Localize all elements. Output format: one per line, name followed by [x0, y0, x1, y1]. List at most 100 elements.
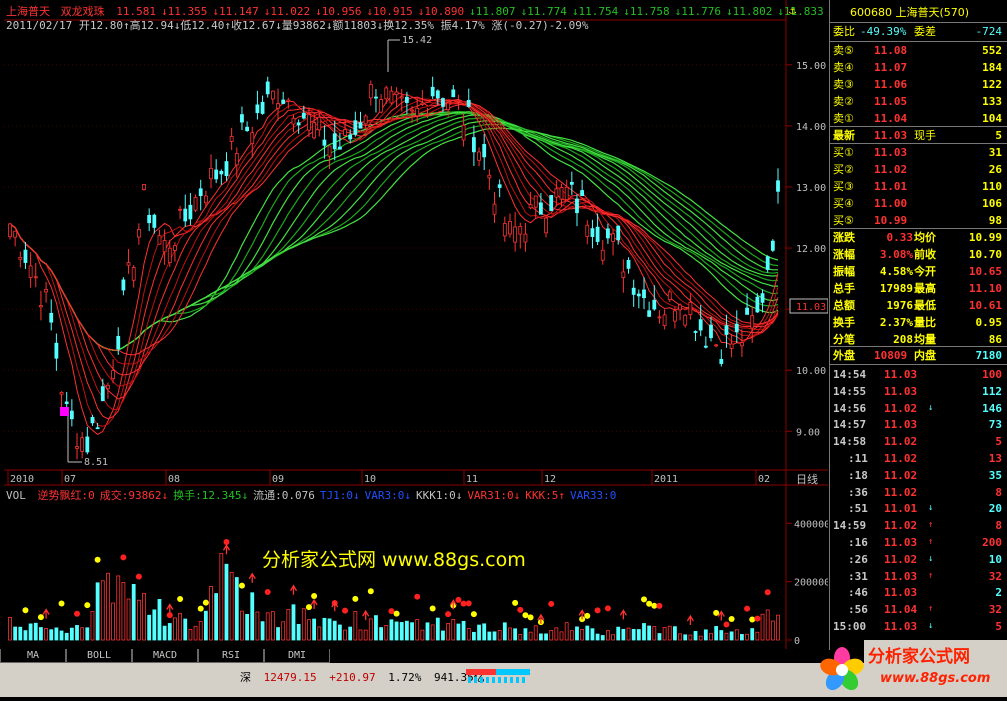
period-label[interactable]: 日线 — [796, 472, 818, 486]
volume-bar — [59, 630, 64, 641]
candle-body — [54, 342, 59, 359]
stat-cell: 208 — [893, 333, 913, 346]
volume-bar — [80, 627, 85, 641]
candle-body — [322, 139, 327, 146]
volume-bar — [497, 630, 502, 641]
candle-body — [456, 101, 461, 103]
candle-body — [240, 114, 244, 123]
volume-bar — [337, 624, 342, 641]
time-tick-label: 07 — [64, 474, 76, 485]
volume-bar — [647, 625, 652, 641]
volume-bar — [394, 621, 399, 641]
candle-body — [703, 345, 708, 348]
vol-signal-dot — [522, 612, 529, 619]
quote-price: 11.01 — [874, 180, 908, 193]
candle-body — [152, 214, 157, 228]
tick-row: 15:00 11.03 ↓ 5 — [830, 618, 1007, 635]
vol-indicator-item: KKK:5↑ — [525, 489, 566, 502]
vol-signal-dot — [651, 602, 658, 609]
candle-body — [198, 188, 203, 197]
candle-body — [698, 319, 703, 331]
volume-bar — [152, 609, 157, 641]
volume-bar — [544, 633, 548, 641]
candle-body — [157, 235, 162, 245]
volume-bar — [75, 625, 79, 641]
tick-price: 11.02 — [884, 552, 918, 566]
latest-row: 最新 11.03 现手 5 — [833, 129, 1002, 142]
volume-bar — [678, 633, 682, 641]
volume-bar — [765, 609, 770, 641]
vol-signal-dot — [713, 609, 720, 616]
volume-bar — [492, 631, 497, 641]
volume-bar — [374, 615, 378, 641]
tab-dmi[interactable]: DMI — [264, 649, 330, 663]
tab-macd[interactable]: MACD — [132, 649, 198, 663]
volume-bar — [13, 626, 18, 641]
tab-ma[interactable]: MA — [0, 649, 66, 663]
tick-price: 11.03 — [884, 418, 918, 432]
tab-rsi[interactable]: RSI — [198, 649, 264, 663]
tick-time: :36 — [848, 485, 868, 499]
candle-body — [379, 99, 384, 113]
volume-bar — [755, 631, 760, 641]
tick-time: :51 — [848, 502, 868, 516]
candle-body — [430, 86, 435, 97]
tick-price: 11.02 — [884, 435, 918, 449]
volume-bar — [312, 618, 317, 641]
tick-time: :11 — [848, 452, 868, 465]
volume-bar — [600, 635, 605, 641]
buy-level-4: 买④ 11.00 106 — [830, 195, 1007, 212]
quote-label: 卖④ — [833, 61, 854, 74]
quote-price: 10.99 — [874, 214, 908, 227]
volume-bar — [116, 575, 121, 641]
vol-signal-dot — [517, 606, 524, 613]
kline-chart[interactable]: 15.0014.0013.0012.0011.0010.009.00 20100… — [4, 0, 828, 650]
price-tick-label: 9.00 — [796, 427, 820, 438]
volume-bar — [85, 627, 90, 641]
tab-boll[interactable]: BOLL — [66, 649, 132, 663]
tick-row: 14:54 11.03 100 — [830, 366, 1007, 383]
candle-body — [714, 344, 719, 347]
tick-volume: 32 — [988, 569, 1002, 583]
stat-cell: 17989 — [879, 282, 913, 295]
stat-cell: 总额 — [833, 299, 855, 312]
candle-body — [389, 90, 394, 104]
price-tick-label: 14.00 — [796, 122, 826, 133]
volume-bar — [502, 622, 507, 641]
candle-body — [343, 129, 347, 136]
vol-indicator-item: KKK1:0↓ — [415, 489, 463, 502]
index-pct: 1.72% — [388, 671, 422, 684]
stat-cell: 涨幅 — [833, 248, 855, 261]
volume-bar — [95, 582, 100, 641]
volume-bar — [477, 624, 481, 641]
candle-body — [461, 124, 466, 141]
quote-price: 11.00 — [874, 197, 908, 210]
candle-body — [358, 122, 363, 129]
candle-body — [214, 169, 219, 180]
volume-bar — [776, 614, 780, 641]
time-tick-label: 08 — [168, 474, 180, 485]
volume-bar — [703, 629, 708, 641]
candle-body — [312, 122, 317, 139]
quote-price: 11.06 — [874, 78, 908, 91]
candle-body — [39, 305, 43, 308]
stat-cell: 10.70 — [968, 248, 1002, 261]
ma-value: ↓11.758 — [623, 5, 670, 18]
volume-bar — [64, 632, 69, 641]
tick-price: 11.02 — [884, 468, 918, 482]
volume-bar — [549, 630, 554, 641]
candle-body — [709, 324, 713, 339]
tick-volume: 8 — [995, 485, 1002, 499]
volume-bar — [611, 634, 615, 641]
volume-bar — [451, 618, 456, 641]
volume-bar — [229, 572, 234, 641]
tick-volume: 200 — [982, 536, 1002, 549]
candle-body — [740, 342, 744, 347]
quote-label: 卖① — [833, 112, 854, 125]
volume-bar — [157, 599, 162, 641]
candle-body — [281, 99, 286, 104]
volume-bar — [219, 552, 224, 641]
volume-bar — [662, 627, 667, 641]
tick-time: 14:59 — [833, 519, 867, 533]
last-price-label: 11.03 — [796, 302, 826, 313]
